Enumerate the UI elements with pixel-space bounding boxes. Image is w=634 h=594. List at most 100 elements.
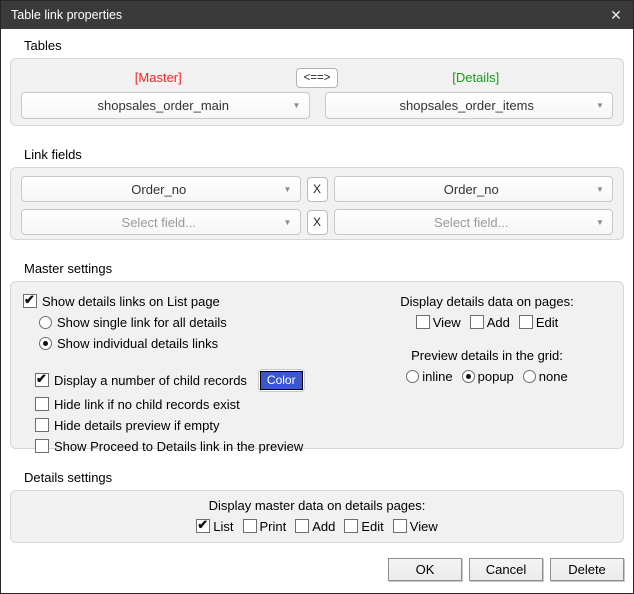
checkbox-icon (196, 517, 211, 533)
details-settings-groupbox: Display master data on details pages: Li… (10, 490, 624, 543)
radio-icon (406, 369, 420, 383)
cancel-button[interactable]: Cancel (469, 558, 543, 581)
master-caption: [Master] (134, 70, 182, 85)
details-table-select[interactable]: shopsales_order_items (324, 92, 613, 119)
delete-button[interactable]: Delete (550, 558, 624, 581)
checkbox-icon (35, 439, 49, 453)
checkbox-hide-preview-empty[interactable]: Hide details preview if empty (35, 415, 361, 435)
ok-button[interactable]: OK (388, 558, 462, 581)
checkbox-icon (242, 519, 257, 533)
details-caption: [Details] (452, 70, 500, 85)
preview-grid-label: Preview details in the grid: (411, 348, 563, 363)
master-field-select-2[interactable]: Select field... (21, 209, 301, 235)
option-label: Hide details preview if empty (54, 417, 220, 433)
checkbox-icon (295, 519, 310, 533)
checkbox-icon (344, 519, 359, 533)
details-field-select-1[interactable]: Order_no (333, 176, 613, 202)
checkbox-edit-details[interactable]: Edit (344, 518, 384, 534)
checkbox-icon (23, 292, 37, 308)
master-field-value-1: Order_no (131, 181, 187, 197)
checkbox-print[interactable]: Print (242, 518, 287, 534)
checkbox-show-details-links[interactable]: Show details links on List page (23, 291, 361, 311)
color-swatch: Color (259, 370, 303, 390)
option-label: View (409, 518, 438, 534)
radio-none[interactable]: none (522, 368, 568, 384)
option-label: Show details links on List page (42, 293, 220, 309)
checkbox-icon (469, 315, 484, 329)
link-field-row-2: Select field... X Select field... (21, 209, 613, 235)
option-label: List (213, 518, 234, 534)
checkbox-display-child-count[interactable]: Display a number of child records Color (35, 367, 361, 393)
color-button[interactable]: Color (257, 368, 305, 392)
checkbox-icon (35, 397, 49, 411)
option-label: Add (486, 314, 510, 330)
option-label: Edit (361, 518, 384, 534)
option-label: popup (477, 368, 514, 384)
checkbox-hide-link-no-children[interactable]: Hide link if no child records exist (35, 394, 361, 414)
radio-single-link[interactable]: Show single link for all details (39, 312, 361, 332)
checkbox-edit[interactable]: Edit (518, 314, 559, 330)
checkbox-add[interactable]: Add (469, 314, 510, 330)
close-icon (610, 7, 622, 24)
master-settings-groupbox: Show details links on List page Show sin… (10, 281, 624, 454)
radio-icon (461, 369, 475, 383)
option-label: Display a number of child records (54, 372, 247, 388)
dropdown-arrow-icon (276, 218, 300, 227)
swap-tables-button[interactable]: <==> (295, 67, 339, 88)
tables-section-label: Tables (24, 38, 62, 53)
checkbox-add-details[interactable]: Add (295, 519, 335, 534)
radio-popup[interactable]: popup (461, 368, 514, 384)
option-label: Add (312, 518, 336, 534)
details-field-value-1: Order_no (443, 181, 499, 197)
master-table-value: shopsales_order_main (97, 98, 230, 113)
radio-individual-links[interactable]: Show individual details links (39, 333, 361, 353)
details-pages-checkbox-row: List Print Add Edit View (21, 516, 613, 536)
master-field-value-2: Select field... (121, 214, 196, 230)
radio-icon (39, 336, 52, 350)
display-details-data-label: Display details data on pages: (400, 294, 574, 309)
checkbox-view-details[interactable]: View (392, 518, 438, 534)
remove-link-button-1[interactable]: X (306, 176, 328, 202)
option-label: Show single link for all details (57, 314, 227, 330)
option-label: Hide link if no child records exist (54, 396, 240, 412)
remove-link-button-2[interactable]: X (306, 209, 328, 235)
radio-icon (522, 369, 536, 383)
link-fields-groupbox: Order_no X Order_no Select field... X Se… (10, 167, 624, 240)
display-pages-checkbox-row: View Add Edit (361, 312, 613, 332)
option-label: inline (422, 368, 453, 384)
dropdown-arrow-icon (276, 185, 300, 194)
checkbox-icon (35, 418, 49, 432)
checkbox-view[interactable]: View (415, 314, 461, 330)
checkbox-icon (518, 315, 533, 329)
details-table-value: shopsales_order_items (399, 98, 534, 113)
link-fields-section-label: Link fields (24, 147, 82, 162)
details-settings-section-label: Details settings (24, 470, 113, 485)
checkbox-icon (392, 519, 407, 533)
option-label: Show Proceed to Details link in the prev… (54, 438, 304, 454)
checkbox-show-proceed-link[interactable]: Show Proceed to Details link in the prev… (35, 436, 361, 456)
details-field-value-2: Select field... (434, 214, 509, 230)
radio-inline[interactable]: inline (406, 368, 453, 384)
tables-groupbox: [Master] <==> [Details] shopsales_order_… (10, 58, 624, 126)
option-label: none (538, 368, 568, 384)
preview-grid-radio-row: inline popup none (361, 366, 613, 386)
checkbox-list[interactable]: List (196, 517, 234, 534)
checkbox-icon (415, 315, 430, 329)
option-label: Show individual details links (57, 335, 219, 351)
close-button[interactable] (599, 1, 633, 29)
dropdown-arrow-icon (588, 218, 612, 227)
link-field-row-1: Order_no X Order_no (21, 176, 613, 202)
master-table-select[interactable]: shopsales_order_main (21, 92, 310, 119)
master-settings-section-label: Master settings (24, 261, 113, 276)
master-field-select-1[interactable]: Order_no (21, 176, 301, 202)
option-label: Edit (535, 314, 559, 330)
option-label: Print (259, 518, 287, 534)
titlebar: Table link properties (1, 1, 633, 29)
details-field-select-2[interactable]: Select field... (333, 209, 613, 235)
option-label: View (432, 314, 461, 330)
display-master-data-label: Display master data on details pages: (208, 498, 426, 513)
dialog-body: Tables [Master] <==> [Details] shopsales… (1, 29, 633, 593)
radio-icon (39, 315, 52, 329)
window-title: Table link properties (11, 8, 123, 22)
footer-buttons: OK Cancel Delete (10, 558, 624, 593)
